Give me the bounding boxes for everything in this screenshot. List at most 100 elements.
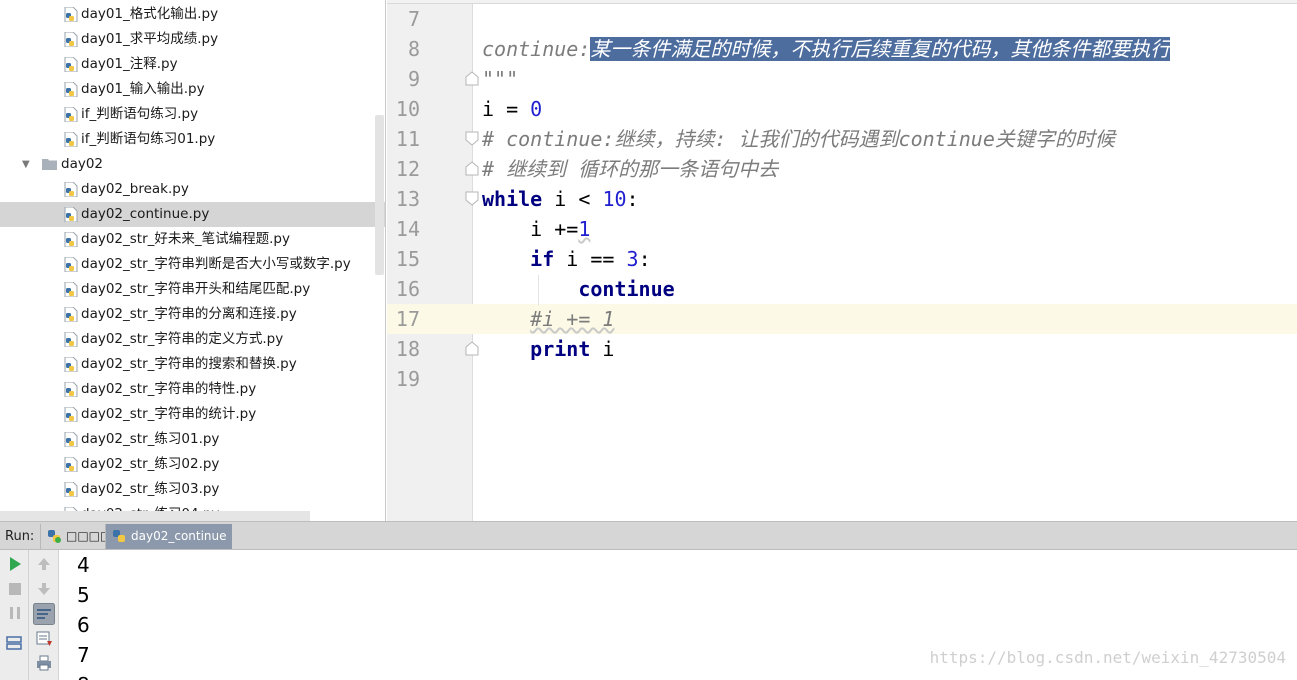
fold-marker-icon[interactable] [465, 131, 479, 146]
code-token: if [530, 247, 555, 271]
line-number: 15 [395, 247, 420, 271]
python-file-icon [64, 432, 78, 447]
tree-item-label: day02_break.py [81, 181, 189, 197]
line-number: 8 [407, 37, 420, 61]
project-tree-panel: day01_格式化输出.py day01_求平均成绩.py day01_注释.py d… [0, 0, 386, 521]
tree-item-file[interactable]: day02_str_好未来_笔试编程题.py [0, 227, 385, 252]
code-line[interactable]: 13 while i < 10: [387, 184, 1297, 214]
code-line[interactable]: 17 #i += 1 [387, 304, 1297, 334]
tree-item-label: day02_str_字符串的定义方式.py [81, 331, 284, 347]
code-text: i +=1 [482, 214, 590, 244]
code-line[interactable]: 10 i = 0 [387, 94, 1297, 124]
code-token: i [590, 337, 615, 361]
code-text: """ [482, 64, 518, 94]
console-output-line: 6 [77, 613, 90, 637]
scroll-to-end-icon[interactable] [35, 630, 53, 648]
tree-item-file[interactable]: day02_str_字符串的统计.py [0, 402, 385, 427]
code-line[interactable]: 16 continue [387, 274, 1297, 304]
tree-item-label: day02_continue.py [81, 206, 210, 222]
code-line[interactable]: 19 [387, 364, 1297, 394]
tree-item-label: day02 [61, 156, 104, 172]
fold-marker-icon[interactable] [465, 341, 479, 356]
python-file-icon [64, 232, 78, 247]
run-tab-day02-continue[interactable]: day02_continue [105, 524, 232, 549]
tree-item-file[interactable]: day01_注释.py [0, 52, 385, 77]
code-line[interactable]: 18 print i [387, 334, 1297, 364]
tree-item-file[interactable]: day02_str_字符串的搜索和替换.py [0, 352, 385, 377]
tree-item-file[interactable]: day02_continue.py [0, 202, 385, 227]
project-tree-horizontal-scrollbar[interactable] [0, 511, 310, 521]
tree-item-label: day02_str_练习03.py [81, 481, 220, 497]
tree-item-label: day01_格式化输出.py [81, 6, 219, 22]
tree-item-file[interactable]: day02_str_练习01.py [0, 427, 385, 452]
stop-icon[interactable] [6, 580, 24, 598]
code-token: #i += 1 [530, 307, 615, 331]
tree-item-file[interactable]: if_判断语句练习01.py [0, 127, 385, 152]
python-file-icon [64, 307, 78, 322]
run-console-output[interactable]: 4 5 6 7 8 https://blog.csdn.net/weixin_42730… [60, 550, 1297, 680]
run-tab-label: day02_continue [131, 529, 227, 543]
code-line[interactable]: 8 continue:某一条件满足的时候，不执行后续重复的代码，其他条件都要执行 [387, 34, 1297, 64]
line-number: 10 [395, 97, 420, 121]
code-token: # 继续到 循环的那一条语句中去 [482, 157, 779, 181]
tree-item-file[interactable]: day02_str_练习03.py [0, 477, 385, 502]
console-output-line: 7 [77, 643, 90, 667]
code-line[interactable]: 9 """ [387, 64, 1297, 94]
code-text: continue [482, 274, 674, 304]
code-text: #i += 1 [482, 304, 614, 334]
python-file-icon [64, 482, 78, 497]
code-line[interactable]: 14 i +=1 [387, 214, 1297, 244]
code-token: while [482, 187, 543, 211]
tree-item-label: day02_str_练习02.py [81, 456, 220, 472]
rerun-icon[interactable] [6, 555, 24, 573]
tree-item-file[interactable]: day01_输入输出.py [0, 77, 385, 102]
tree-folder-day02[interactable]: ▼ day02 [0, 152, 385, 177]
run-tab-unnamed[interactable]: □□□□ [40, 524, 111, 549]
code-line[interactable]: 7 [387, 4, 1297, 34]
arrow-down-icon[interactable] [35, 580, 53, 598]
tree-item-file[interactable]: day02_str_字符串的特性.py [0, 377, 385, 402]
tree-item-label: day02_str_练习01.py [81, 431, 220, 447]
tree-item-file[interactable]: day01_求平均成绩.py [0, 27, 385, 52]
tree-item-label: day02_str_字符串的搜索和替换.py [81, 356, 297, 372]
python-file-icon [64, 382, 78, 397]
code-token: # continue:继续，持续: 让我们的代码遇到continue关键字的时候 [482, 127, 1115, 151]
code-line[interactable]: 12 # 继续到 循环的那一条语句中去 [387, 154, 1297, 184]
python-file-icon [64, 282, 78, 297]
tree-item-file[interactable]: day02_str_字符串开头和结尾匹配.py [0, 277, 385, 302]
arrow-up-icon[interactable] [35, 555, 53, 573]
tree-item-file[interactable]: day01_格式化输出.py [0, 2, 385, 27]
fold-marker-icon[interactable] [465, 161, 479, 176]
tree-item-label: day02_str_字符串的特性.py [81, 381, 257, 397]
fold-marker-icon[interactable] [465, 71, 479, 86]
print-icon[interactable] [35, 654, 53, 672]
line-number: 9 [407, 67, 420, 91]
code-token: 某一条件满足的时候，不执行后续重复的代码，其他条件都要执行 [590, 37, 1171, 61]
code-line[interactable]: 11 # continue:继续，持续: 让我们的代码遇到continue关键字的… [387, 124, 1297, 154]
pause-icon[interactable] [6, 604, 24, 622]
soft-wrap-icon[interactable] [33, 603, 55, 625]
tree-item-file[interactable]: if_判断语句练习.py [0, 102, 385, 127]
fold-marker-icon[interactable] [465, 191, 479, 206]
code-token: 1 [578, 217, 591, 241]
project-tree-vertical-scrollbar[interactable] [375, 115, 384, 275]
run-label: Run: [5, 529, 35, 544]
code-editor[interactable]: 7 8 continue:某一条件满足的时候，不执行后续重复的代码，其他条件都要执行… [387, 0, 1297, 521]
code-line[interactable]: 15 if i == 3: [387, 244, 1297, 274]
tree-item-file[interactable]: day02_str_练习02.py [0, 452, 385, 477]
code-token: 10 [602, 187, 627, 211]
code-text: # 继续到 循环的那一条语句中去 [482, 154, 778, 184]
tree-item-label: day02_str_字符串判断是否大小写或数字.py [81, 256, 351, 272]
tree-item-file[interactable]: day02_str_字符串的分离和连接.py [0, 302, 385, 327]
line-number: 7 [407, 7, 420, 31]
tree-item-file[interactable]: day02_str_字符串判断是否大小写或数字.py [0, 252, 385, 277]
tree-item-file[interactable]: day02_str_字符串的定义方式.py [0, 327, 385, 352]
expand-arrow-icon[interactable]: ▼ [22, 152, 30, 177]
code-text: continue:某一条件满足的时候，不执行后续重复的代码，其他条件都要执行 [482, 34, 1171, 64]
run-toolbar-secondary [29, 550, 59, 680]
console-output-line: 4 [77, 553, 90, 577]
tree-item-file[interactable]: day02_break.py [0, 177, 385, 202]
restore-layout-icon[interactable] [5, 634, 23, 652]
